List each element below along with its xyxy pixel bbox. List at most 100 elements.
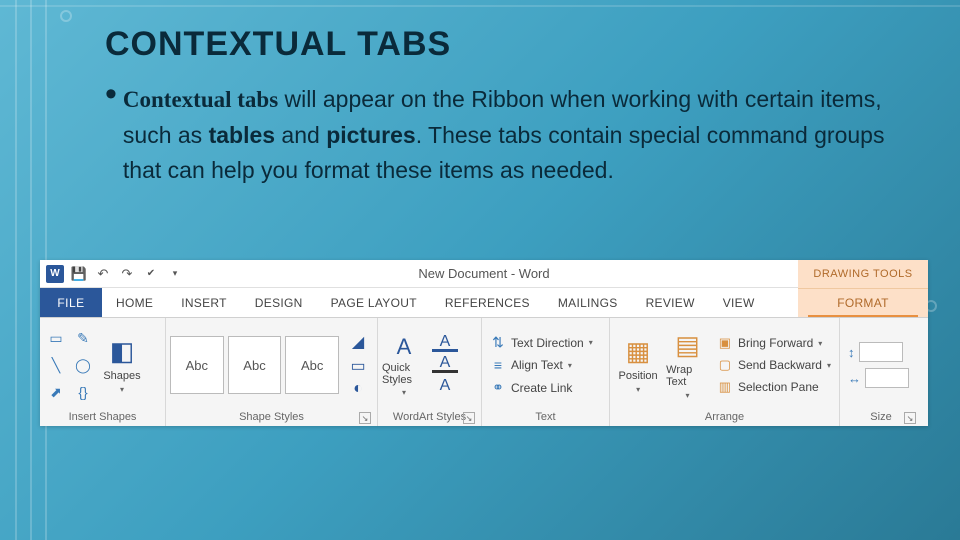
customize-qat-icon[interactable]: ▾ [166, 265, 184, 283]
width-field[interactable]: ↔ [848, 368, 909, 388]
tab-file[interactable]: FILE [40, 288, 102, 317]
group-label-text: Shape Styles [239, 411, 304, 423]
bring-forward-button[interactable]: ▣Bring Forward▾ [717, 335, 831, 351]
dialog-launcher-icon[interactable]: ↘ [463, 412, 475, 424]
dropdown-icon: ▾ [120, 385, 124, 394]
contextual-tab-header: DRAWING TOOLS [798, 260, 928, 288]
shape-edit-icon[interactable]: ✎ [71, 326, 95, 350]
send-backward-button[interactable]: ▢Send Backward▾ [717, 357, 831, 373]
dropdown-icon: ▾ [402, 388, 406, 397]
quick-styles-label: Quick Styles [382, 362, 426, 386]
shape-style-preset[interactable]: Abc [170, 336, 224, 394]
group-label: Arrange [614, 408, 835, 426]
position-label: Position [619, 370, 658, 382]
shape-style-preset[interactable]: Abc [285, 336, 339, 394]
position-icon: ▦ [626, 336, 651, 367]
text-direction-button[interactable]: ⇅ Text Direction ▾ [490, 334, 593, 351]
save-icon[interactable]: 💾 [70, 265, 88, 283]
style-preview-text: Abc [186, 358, 208, 373]
shape-line-icon[interactable]: ╲ [44, 353, 68, 377]
dropdown-icon: ▾ [827, 361, 831, 370]
document-title: New Document - Word [418, 266, 549, 281]
ribbon-tabs: FILE HOME INSERT DESIGN PAGE LAYOUT REFE… [40, 288, 928, 318]
tab-review[interactable]: REVIEW [632, 288, 709, 317]
width-input[interactable] [865, 368, 909, 388]
text-effects-icon[interactable]: A [432, 377, 458, 395]
group-size: ↕ ↔ Size ↘ [840, 318, 922, 426]
link-icon: ⚭ [490, 379, 506, 396]
dropdown-icon: ▾ [818, 339, 822, 348]
shapes-gallery-icon: ◧ [110, 336, 135, 367]
shapes-gallery[interactable]: ▭ ✎ ╲ ◯ ⬈ {} [44, 326, 95, 404]
dropdown-icon: ▾ [568, 361, 572, 370]
redo-icon[interactable]: ↷ [118, 265, 136, 283]
shapes-button[interactable]: ◧ Shapes ▾ [99, 326, 145, 404]
group-insert-shapes: ▭ ✎ ╲ ◯ ⬈ {} ◧ Shapes ▾ Insert Shapes [40, 318, 166, 426]
text-outline-icon[interactable]: A [432, 356, 458, 373]
group-label: WordArt Styles ↘ [382, 408, 477, 426]
create-link-button[interactable]: ⚭ Create Link [490, 379, 593, 396]
tab-references[interactable]: REFERENCES [431, 288, 544, 317]
create-link-label: Create Link [511, 381, 572, 395]
tab-home[interactable]: HOME [102, 288, 167, 317]
tab-design[interactable]: DESIGN [241, 288, 317, 317]
undo-icon[interactable]: ↶ [94, 265, 112, 283]
shape-textbox-icon[interactable]: ▭ [44, 326, 68, 350]
selection-pane-label: Selection Pane [738, 380, 819, 394]
shapes-button-label: Shapes [103, 370, 140, 382]
bullet-marker: • [105, 82, 117, 106]
bring-forward-label: Bring Forward [738, 336, 813, 350]
tab-mailings[interactable]: MAILINGS [544, 288, 632, 317]
tab-view[interactable]: VIEW [709, 288, 769, 317]
word-app-icon[interactable]: W [46, 265, 64, 283]
send-backward-label: Send Backward [738, 358, 822, 372]
shape-brace-icon[interactable]: {} [71, 380, 95, 404]
spellcheck-icon[interactable]: ✔ [142, 265, 160, 283]
height-icon: ↕ [848, 345, 855, 360]
tab-insert[interactable]: INSERT [167, 288, 241, 317]
dropdown-icon: ▾ [589, 338, 593, 347]
style-preview-text: Abc [301, 358, 323, 373]
title-bar: W 💾 ↶ ↷ ✔ ▾ New Document - Word DRAWING … [40, 260, 928, 288]
tab-page-layout[interactable]: PAGE LAYOUT [317, 288, 431, 317]
bullet-text: Contextual tabs will appear on the Ribbo… [123, 82, 920, 189]
shape-fill-icon[interactable]: ◢ [345, 332, 371, 352]
slide-title: CONTEXTUAL TABS [105, 25, 920, 64]
align-text-label: Align Text [511, 358, 563, 372]
shape-arrow-icon[interactable]: ⬈ [44, 380, 68, 404]
shape-effects-icon[interactable]: ◐ [345, 380, 371, 398]
position-button[interactable]: ▦ Position ▾ [614, 326, 662, 404]
selection-pane-button[interactable]: ▥ Selection Pane [717, 379, 831, 395]
group-label-text: Size [870, 411, 891, 423]
decoration-line [0, 5, 960, 7]
wrap-text-button[interactable]: ▤ Wrap Text ▾ [666, 326, 709, 404]
group-label: Insert Shapes [44, 408, 161, 426]
text-direction-label: Text Direction [511, 336, 584, 350]
bullet-bold: tables [209, 122, 275, 148]
decoration-line [30, 0, 32, 540]
height-field[interactable]: ↕ [848, 342, 909, 362]
dialog-launcher-icon[interactable]: ↘ [359, 412, 371, 424]
decoration-line [15, 0, 17, 540]
align-text-button[interactable]: ≡Align Text▾ [490, 357, 593, 373]
group-label: Text [486, 408, 605, 426]
text-fill-icon[interactable]: A [432, 335, 458, 352]
wrap-text-label: Wrap Text [666, 364, 709, 388]
group-shape-styles: Abc Abc Abc ◢ ▭ ◐ Shape Styles ↘ [166, 318, 378, 426]
shape-oval-icon[interactable]: ◯ [71, 353, 95, 377]
dialog-launcher-icon[interactable]: ↘ [904, 412, 916, 424]
group-text: ⇅Text Direction▾ ≡Align Text▾ ⚭Create Li… [482, 318, 610, 426]
ribbon-body: ▭ ✎ ╲ ◯ ⬈ {} ◧ Shapes ▾ Insert Shapes Ab… [40, 318, 928, 426]
shape-style-preset[interactable]: Abc [228, 336, 282, 394]
text-direction-icon: ⇅ [490, 334, 506, 351]
bullet-bold: pictures [326, 122, 415, 148]
shape-outline-icon[interactable]: ▭ [345, 356, 371, 376]
height-input[interactable] [859, 342, 903, 362]
bullet-seg: and [275, 122, 326, 148]
quick-styles-button[interactable]: A Quick Styles ▾ [382, 334, 426, 397]
quick-access-toolbar: W 💾 ↶ ↷ ✔ ▾ [40, 265, 184, 283]
tab-format[interactable]: FORMAT [798, 288, 928, 317]
selection-pane-icon: ▥ [717, 379, 733, 395]
group-label-text: WordArt Styles [393, 411, 466, 423]
shape-style-tools: ◢ ▭ ◐ [343, 328, 373, 402]
